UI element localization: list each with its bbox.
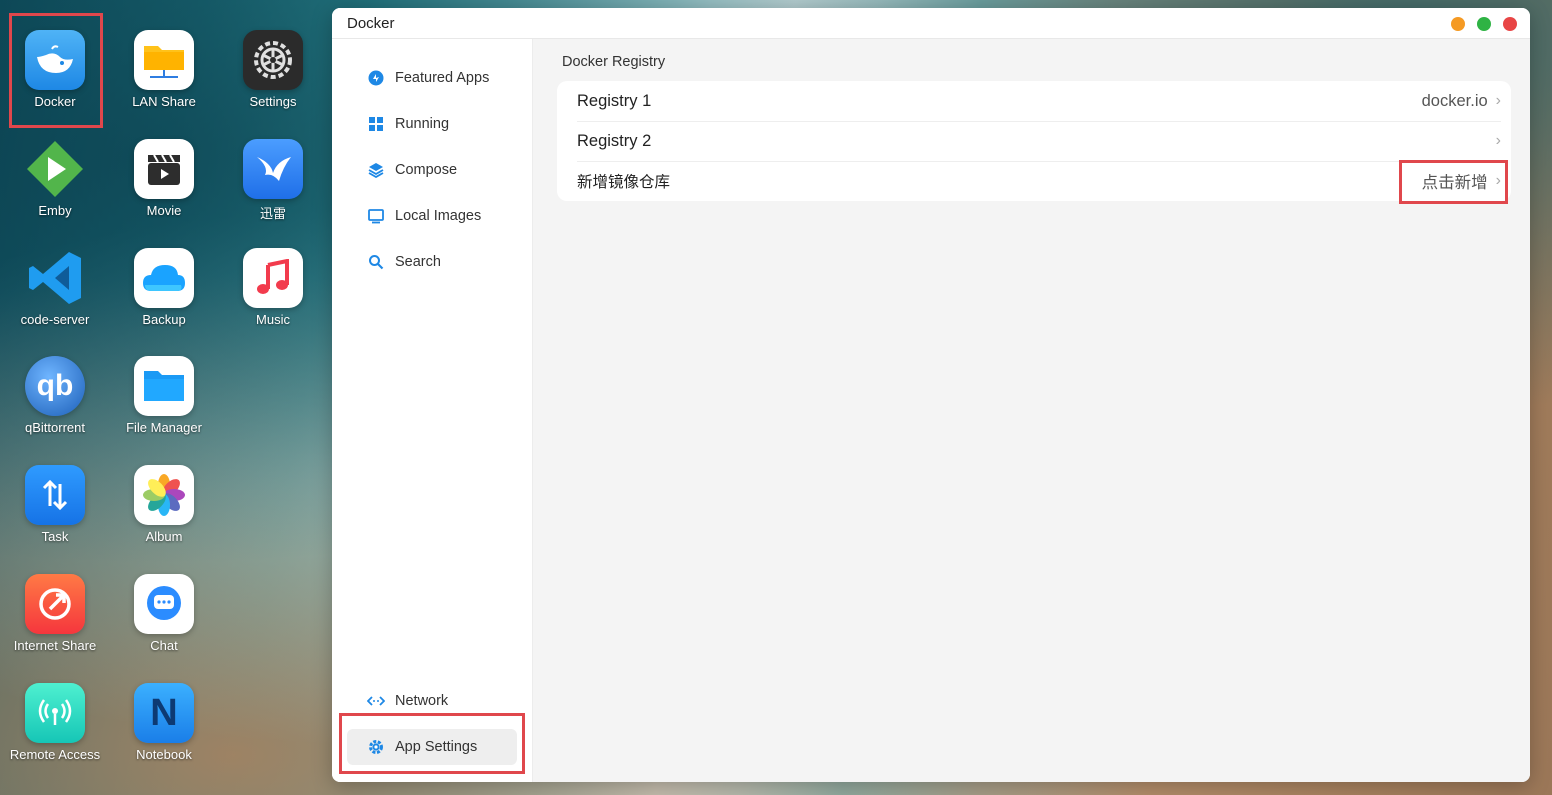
highlight-app-settings — [339, 713, 525, 774]
desktop-icon-label: File Manager — [126, 420, 202, 435]
sidebar-item-search[interactable]: Search — [347, 244, 517, 280]
desktop-icon-lan-share[interactable]: LAN Share — [114, 30, 214, 109]
row-label: Registry 1 — [577, 91, 652, 110]
registry-card: Registry 1 docker.io › Registry 2 › 新增镜像… — [557, 81, 1511, 201]
folder-network-icon — [134, 30, 194, 90]
sidebar-item-featured-apps[interactable]: Featured Apps — [347, 60, 517, 96]
desktop-icon-label: qBittorrent — [25, 420, 85, 435]
vscode-icon — [25, 248, 85, 308]
antenna-icon — [25, 683, 85, 743]
section-title: Docker Registry — [562, 54, 666, 70]
clapperboard-icon — [134, 139, 194, 199]
chat-bubble-icon — [134, 574, 194, 634]
transfer-arrows-icon — [25, 465, 85, 525]
desktop-icon-settings[interactable]: Settings — [223, 30, 323, 109]
window-title: Docker — [347, 14, 395, 32]
share-arrow-icon — [25, 574, 85, 634]
close-button[interactable] — [1503, 17, 1517, 31]
window-titlebar[interactable]: Docker — [332, 8, 1530, 39]
sidebar-item-compose[interactable]: Compose — [347, 152, 517, 188]
sidebar-item-label: Network — [395, 693, 449, 709]
desktop-icon-label: Remote Access — [9, 747, 101, 762]
docker-window: Docker Featured Apps Running Compose Loc… — [332, 8, 1530, 782]
highlight-add-registry — [1399, 160, 1508, 204]
qbittorrent-icon: qb — [25, 356, 85, 416]
desktop-icon-label: Chat — [150, 638, 178, 653]
folder-icon — [134, 356, 194, 416]
featured-icon — [367, 70, 385, 86]
sidebar-item-local-images[interactable]: Local Images — [347, 198, 517, 234]
desktop-icon-label: Task — [41, 529, 69, 544]
sidebar-item-label: Search — [395, 254, 441, 270]
row-label: 新增镜像仓库 — [577, 174, 671, 191]
network-icon — [367, 695, 385, 707]
registry-row-2[interactable]: Registry 2 › — [577, 121, 1501, 162]
main-content: Docker Registry Registry 1 docker.io › R… — [533, 39, 1530, 782]
desktop-icon-emby[interactable]: Emby — [5, 139, 105, 218]
desktop-icon-label: code-server — [20, 312, 90, 327]
desktop-icon-remote-access[interactable]: Remote Access — [5, 683, 105, 762]
row-value: docker.io — [1421, 91, 1488, 110]
registry-row-1[interactable]: Registry 1 docker.io › — [577, 81, 1501, 122]
desktop-icon-file-manager[interactable]: File Manager — [114, 356, 214, 435]
add-registry-row[interactable]: 新增镜像仓库 点击新增 › — [577, 161, 1501, 201]
maximize-button[interactable] — [1477, 17, 1491, 31]
desktop-icon-label: Movie — [146, 203, 182, 218]
desktop-icon-backup[interactable]: Backup — [114, 248, 214, 327]
search-icon — [367, 254, 385, 270]
chevron-right-icon: › — [1495, 92, 1501, 109]
sidebar-item-label: Local Images — [395, 208, 482, 224]
desktop-icon-movie[interactable]: Movie — [114, 139, 214, 218]
bird-icon — [243, 139, 303, 199]
notebook-n-icon: N — [134, 683, 194, 743]
monitor-icon — [367, 208, 385, 224]
highlight-docker — [9, 13, 103, 128]
minimize-button[interactable] — [1451, 17, 1465, 31]
desktop-icon-label: 迅雷 — [259, 206, 286, 221]
desktop-icon-music[interactable]: Music — [223, 248, 323, 327]
row-label: Registry 2 — [577, 131, 652, 150]
desktop-icon-qbittorrent[interactable]: qb qBittorrent — [5, 356, 105, 435]
chevron-right-icon: › — [1495, 132, 1501, 149]
grid-icon — [367, 116, 385, 132]
sidebar-item-running[interactable]: Running — [347, 106, 517, 142]
desktop-icon-code-server[interactable]: code-server — [5, 248, 105, 327]
desktop-icon-label: Music — [256, 312, 290, 327]
desktop-icon-xunlei[interactable]: 迅雷 — [223, 139, 323, 222]
desktop-icon-internet-share[interactable]: Internet Share — [5, 574, 105, 653]
desktop-icon-chat[interactable]: Chat — [114, 574, 214, 653]
desktop-icon-task[interactable]: Task — [5, 465, 105, 544]
desktop-icon-album[interactable]: Album — [114, 465, 214, 544]
cloud-icon — [134, 248, 194, 308]
desktop-icon-label: Internet Share — [13, 638, 97, 653]
desktop-icon-label: Backup — [142, 312, 186, 327]
music-note-icon — [243, 248, 303, 308]
sidebar: Featured Apps Running Compose Local Imag… — [332, 39, 533, 782]
emby-icon — [25, 139, 85, 199]
sidebar-item-label: Featured Apps — [395, 70, 490, 86]
desktop-icon-label: Emby — [38, 203, 72, 218]
photos-flower-icon — [134, 465, 194, 525]
desktop-icon-notebook[interactable]: N Notebook — [114, 683, 214, 762]
window-controls — [1451, 17, 1517, 31]
desktop-icon-label: Notebook — [136, 747, 192, 762]
sidebar-item-label: Compose — [395, 162, 458, 178]
desktop-icon-label: LAN Share — [132, 94, 196, 109]
sidebar-item-label: Running — [395, 116, 450, 132]
layers-icon — [367, 162, 385, 178]
desktop-icon-label: Settings — [249, 94, 297, 109]
gear-icon — [243, 30, 303, 90]
desktop-icon-label: Album — [145, 529, 183, 544]
